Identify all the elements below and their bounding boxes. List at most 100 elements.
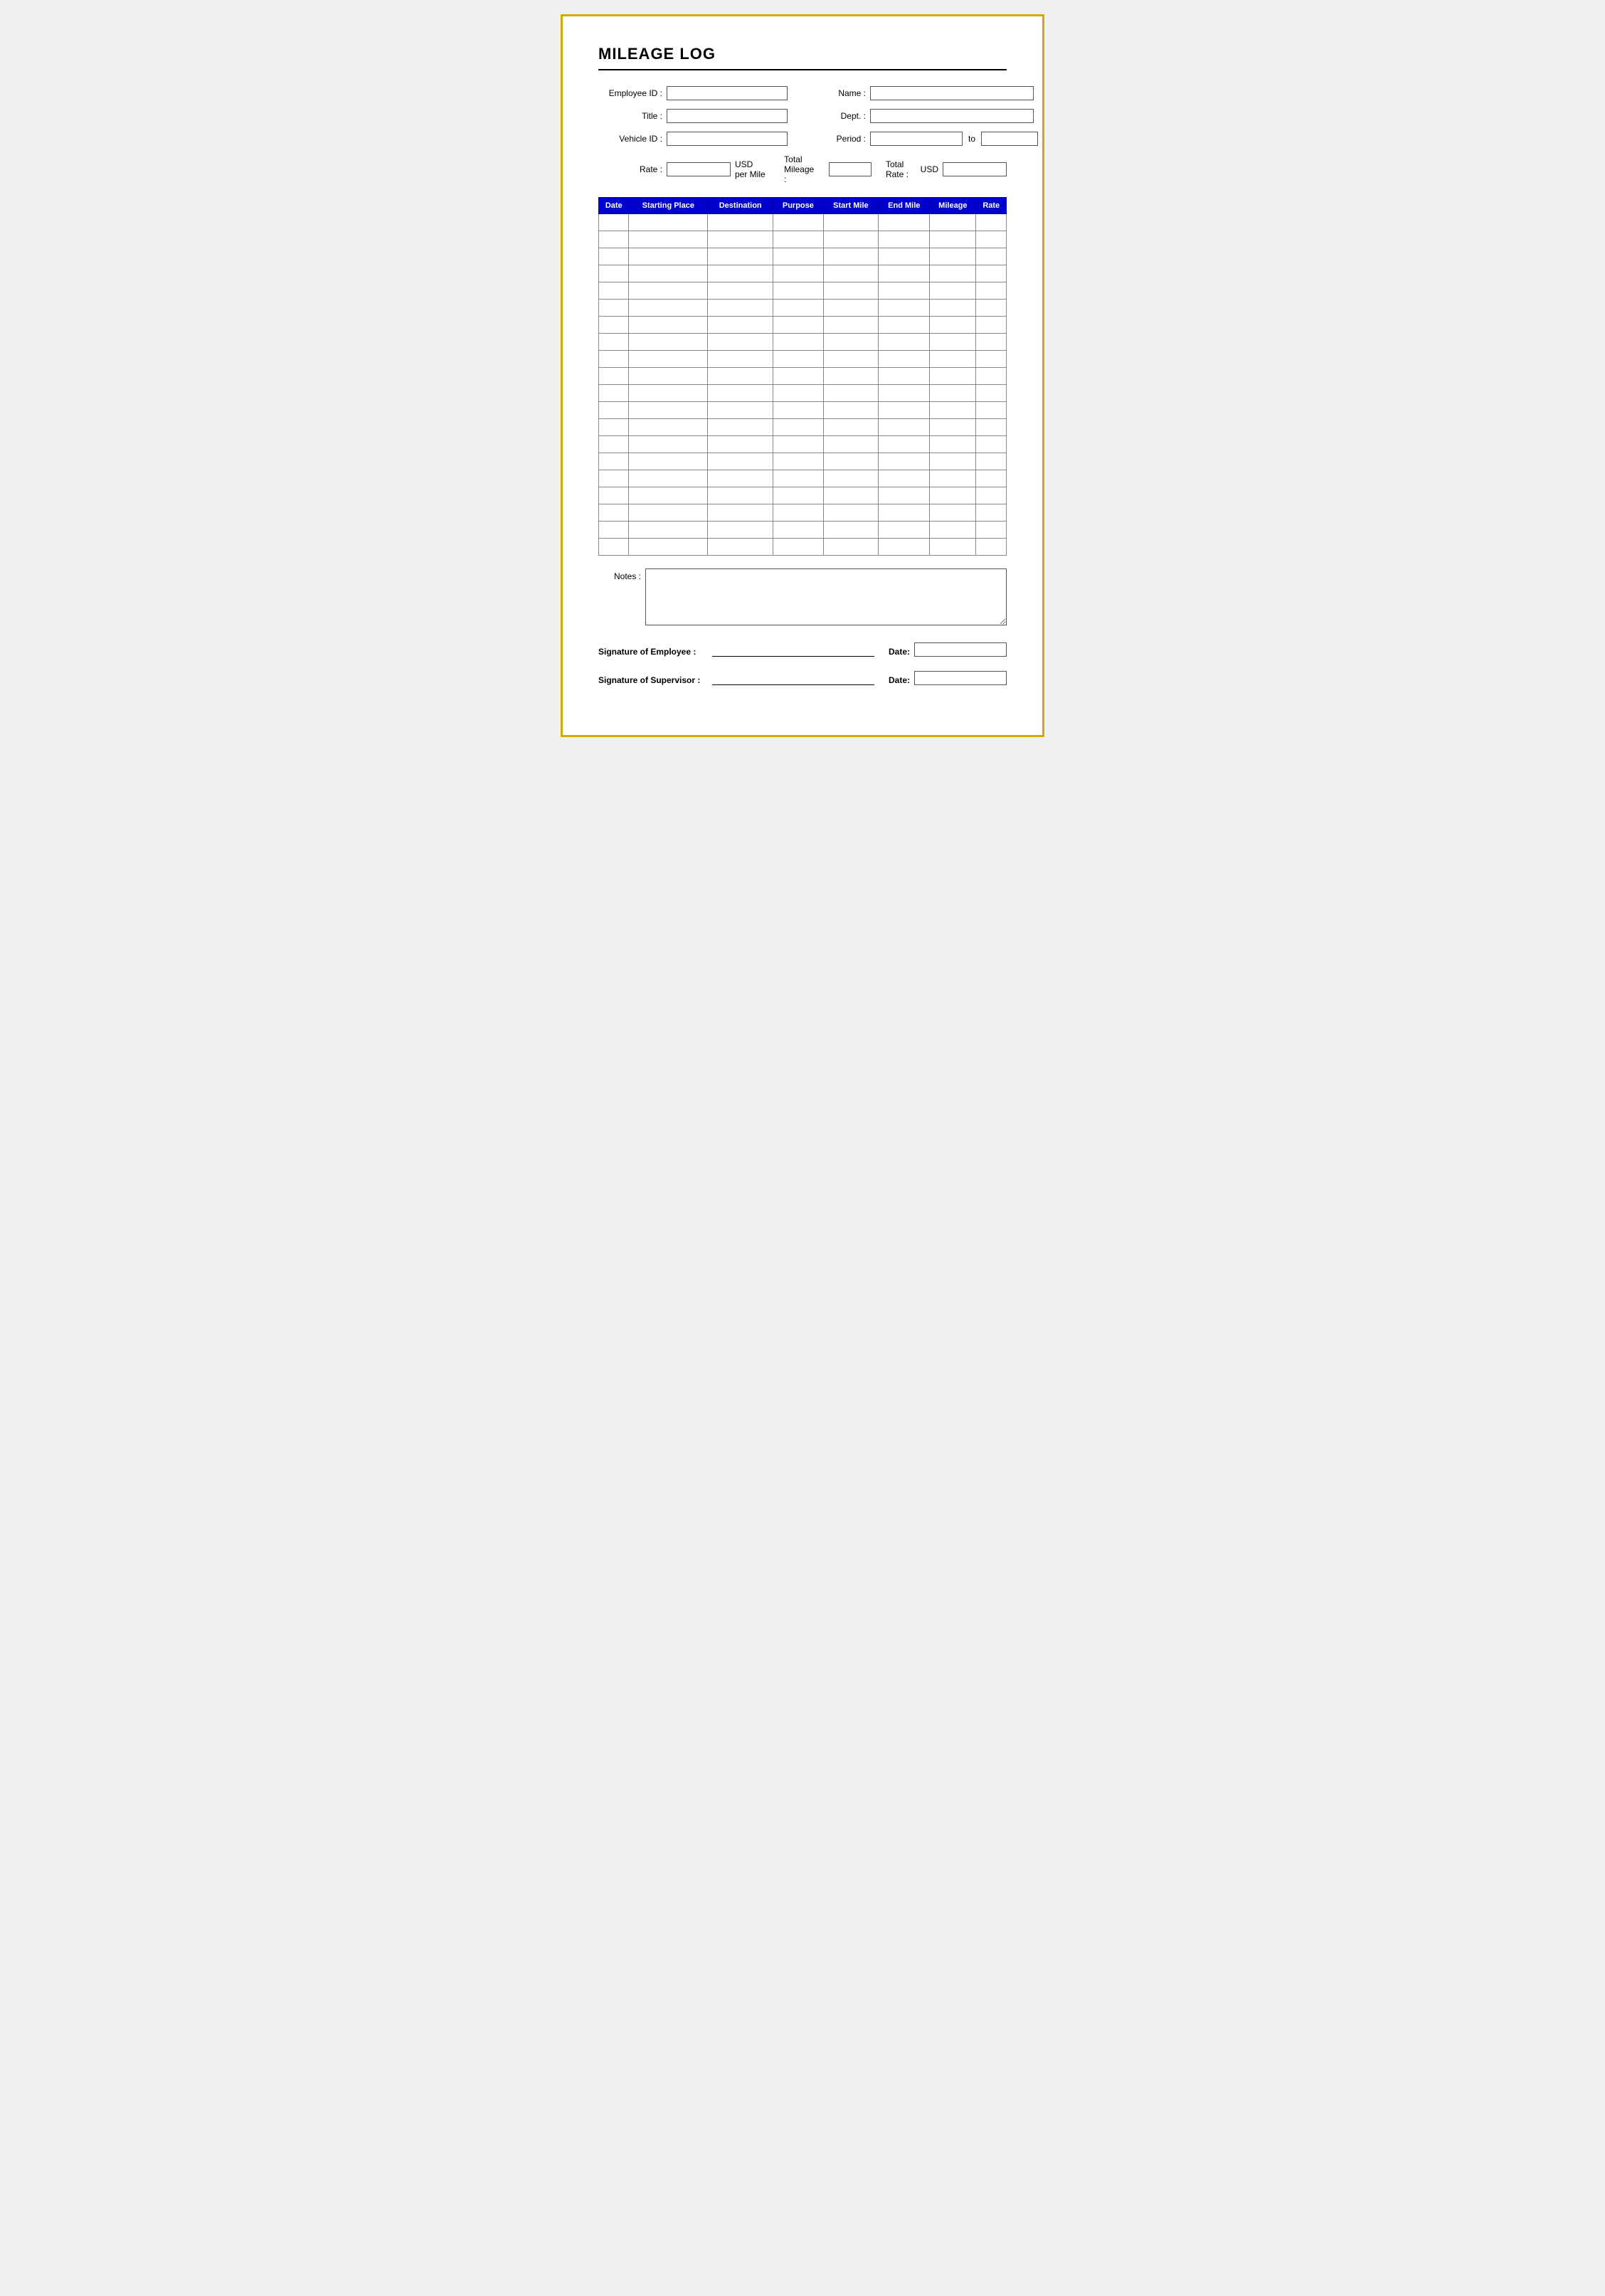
table-cell[interactable] [773, 419, 823, 436]
table-cell[interactable] [976, 470, 1007, 487]
table-cell[interactable] [879, 351, 930, 368]
table-cell[interactable] [976, 317, 1007, 334]
table-cell[interactable] [976, 436, 1007, 453]
table-cell[interactable] [976, 453, 1007, 470]
table-cell[interactable] [976, 487, 1007, 504]
table-cell[interactable] [708, 470, 773, 487]
table-cell[interactable] [976, 419, 1007, 436]
table-cell[interactable] [599, 539, 629, 556]
table-cell[interactable] [773, 282, 823, 300]
table-cell[interactable] [930, 248, 976, 265]
table-cell[interactable] [823, 231, 879, 248]
table-cell[interactable] [930, 419, 976, 436]
table-cell[interactable] [930, 402, 976, 419]
table-cell[interactable] [629, 470, 708, 487]
table-cell[interactable] [599, 231, 629, 248]
table-cell[interactable] [629, 402, 708, 419]
table-cell[interactable] [930, 214, 976, 231]
table-cell[interactable] [599, 214, 629, 231]
table-cell[interactable] [930, 317, 976, 334]
table-cell[interactable] [629, 487, 708, 504]
period-start-input[interactable] [870, 132, 963, 146]
table-cell[interactable] [773, 265, 823, 282]
table-cell[interactable] [823, 282, 879, 300]
table-cell[interactable] [629, 453, 708, 470]
table-cell[interactable] [823, 368, 879, 385]
employee-date-input[interactable] [914, 642, 1007, 657]
table-cell[interactable] [976, 214, 1007, 231]
dept-input[interactable] [870, 109, 1034, 123]
table-cell[interactable] [823, 334, 879, 351]
table-cell[interactable] [976, 231, 1007, 248]
table-cell[interactable] [976, 248, 1007, 265]
table-cell[interactable] [773, 368, 823, 385]
table-cell[interactable] [629, 334, 708, 351]
table-cell[interactable] [930, 265, 976, 282]
table-cell[interactable] [708, 231, 773, 248]
table-cell[interactable] [879, 436, 930, 453]
table-cell[interactable] [708, 487, 773, 504]
table-cell[interactable] [823, 300, 879, 317]
table-cell[interactable] [773, 487, 823, 504]
table-cell[interactable] [629, 419, 708, 436]
table-cell[interactable] [599, 317, 629, 334]
table-cell[interactable] [708, 402, 773, 419]
table-cell[interactable] [823, 402, 879, 419]
table-cell[interactable] [930, 282, 976, 300]
table-cell[interactable] [599, 522, 629, 539]
table-cell[interactable] [599, 453, 629, 470]
table-cell[interactable] [708, 351, 773, 368]
table-cell[interactable] [773, 351, 823, 368]
table-cell[interactable] [976, 368, 1007, 385]
table-cell[interactable] [976, 539, 1007, 556]
table-cell[interactable] [599, 419, 629, 436]
table-cell[interactable] [879, 214, 930, 231]
table-cell[interactable] [773, 522, 823, 539]
table-cell[interactable] [629, 214, 708, 231]
table-cell[interactable] [708, 385, 773, 402]
table-cell[interactable] [599, 402, 629, 419]
table-cell[interactable] [629, 436, 708, 453]
table-cell[interactable] [708, 504, 773, 522]
table-cell[interactable] [879, 334, 930, 351]
table-cell[interactable] [879, 453, 930, 470]
table-cell[interactable] [930, 470, 976, 487]
table-cell[interactable] [599, 351, 629, 368]
table-cell[interactable] [599, 282, 629, 300]
table-cell[interactable] [629, 504, 708, 522]
table-cell[interactable] [599, 470, 629, 487]
table-cell[interactable] [708, 334, 773, 351]
table-cell[interactable] [879, 522, 930, 539]
table-cell[interactable] [930, 436, 976, 453]
table-cell[interactable] [930, 385, 976, 402]
table-cell[interactable] [879, 317, 930, 334]
table-cell[interactable] [976, 522, 1007, 539]
table-cell[interactable] [976, 265, 1007, 282]
table-cell[interactable] [823, 470, 879, 487]
rate-input[interactable] [667, 162, 731, 176]
period-end-input[interactable] [981, 132, 1038, 146]
table-cell[interactable] [930, 539, 976, 556]
table-cell[interactable] [773, 402, 823, 419]
table-cell[interactable] [629, 248, 708, 265]
table-cell[interactable] [930, 522, 976, 539]
table-cell[interactable] [629, 351, 708, 368]
table-cell[interactable] [599, 248, 629, 265]
table-cell[interactable] [930, 231, 976, 248]
table-cell[interactable] [879, 539, 930, 556]
table-cell[interactable] [879, 504, 930, 522]
table-cell[interactable] [930, 300, 976, 317]
table-cell[interactable] [976, 300, 1007, 317]
table-cell[interactable] [629, 539, 708, 556]
table-cell[interactable] [823, 317, 879, 334]
table-cell[interactable] [823, 453, 879, 470]
table-cell[interactable] [823, 419, 879, 436]
table-cell[interactable] [879, 300, 930, 317]
table-cell[interactable] [773, 300, 823, 317]
table-cell[interactable] [599, 300, 629, 317]
table-cell[interactable] [773, 334, 823, 351]
table-cell[interactable] [879, 402, 930, 419]
table-cell[interactable] [930, 351, 976, 368]
table-cell[interactable] [930, 368, 976, 385]
table-cell[interactable] [708, 248, 773, 265]
